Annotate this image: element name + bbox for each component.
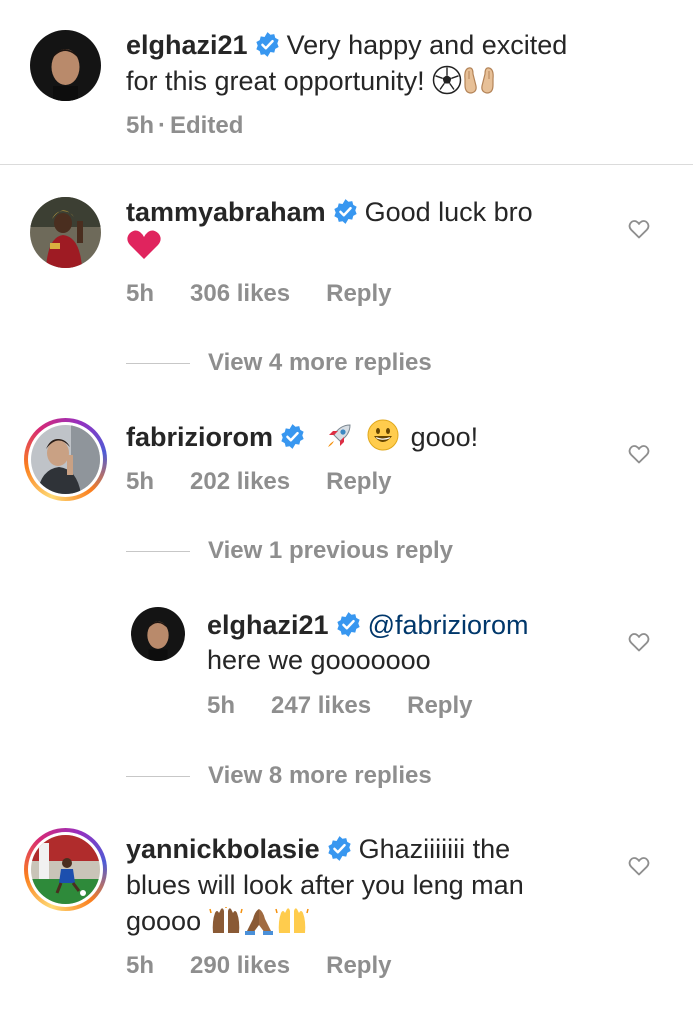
comment-3-username[interactable]: yannickbolasie xyxy=(126,834,320,864)
rocket-emoji-icon xyxy=(324,421,354,451)
comment-3-line2: blues will look after you leng man xyxy=(126,868,524,902)
avatar-yannickbolasie[interactable] xyxy=(24,828,107,911)
reply-text: here we gooooooo xyxy=(207,645,431,675)
comment-3-line1: yannickbolasie Ghaziiiiiii the xyxy=(126,832,510,866)
comment-3-meta: 5h 290 likes Reply xyxy=(126,951,427,981)
comment-2-line1: fabriziorom gooo! xyxy=(126,419,478,454)
comment-2-meta: 5h 202 likes Reply xyxy=(126,467,427,497)
heart-outline-icon[interactable] xyxy=(627,630,651,654)
comment-3-reply-button[interactable]: Reply xyxy=(326,952,391,979)
soccer-ball-emoji-icon xyxy=(432,65,462,95)
reply-username[interactable]: elghazi21 xyxy=(207,610,329,640)
post-meta-separator: · xyxy=(158,112,167,139)
comment-3-text2: blues will look after you leng man xyxy=(126,870,524,900)
avatar-fabriziorom[interactable] xyxy=(24,418,107,501)
comment-1-time[interactable]: 5h xyxy=(126,280,154,307)
post-caption-line2: for this great opportunity! xyxy=(126,64,496,98)
folded-hands-emoji-icon xyxy=(243,907,275,935)
comment-1-line1: tammyabraham Good luck bro xyxy=(126,195,533,229)
comment-2-reply-button[interactable]: Reply xyxy=(326,468,391,495)
verified-badge-icon xyxy=(326,835,353,862)
comment-2-username[interactable]: fabriziorom xyxy=(126,422,273,452)
reply-meta: 5h 247 likes Reply xyxy=(207,691,508,721)
raising-hands-emoji-icon xyxy=(274,907,309,935)
palms-up-together-emoji-icon xyxy=(462,65,496,95)
view-more-replies-2[interactable]: View 8 more replies xyxy=(126,760,432,792)
comment-3-likes[interactable]: 290 likes xyxy=(190,952,290,979)
verified-badge-icon xyxy=(279,423,306,450)
view-more-replies-2-label[interactable]: View 8 more replies xyxy=(208,762,432,790)
verified-badge-icon xyxy=(254,31,281,58)
red-heart-emoji-icon xyxy=(126,229,162,261)
comment-1-line2 xyxy=(126,229,162,264)
replies-divider xyxy=(126,775,190,777)
post-caption-text2: for this great opportunity! xyxy=(126,66,425,96)
view-previous-replies[interactable]: View 1 previous reply xyxy=(126,535,453,567)
avatar-elghazi21[interactable] xyxy=(30,30,101,101)
replies-divider xyxy=(126,362,190,364)
comment-1-meta: 5h 306 likes Reply xyxy=(126,279,427,309)
comment-3-text3: goooo xyxy=(126,906,202,936)
replies-divider xyxy=(126,550,190,552)
reply-line2: here we gooooooo xyxy=(207,643,431,677)
comment-1-reply-button[interactable]: Reply xyxy=(326,280,391,307)
comment-3-text1: Ghaziiiiiii the xyxy=(358,834,511,864)
post-meta: 5h · Edited xyxy=(126,111,279,141)
comment-2-likes[interactable]: 202 likes xyxy=(190,468,290,495)
comment-1-username[interactable]: tammyabraham xyxy=(126,197,326,227)
post-edited-label: Edited xyxy=(170,112,244,139)
heart-outline-icon[interactable] xyxy=(627,442,651,466)
view-more-replies-1-label[interactable]: View 4 more replies xyxy=(208,349,432,377)
verified-badge-icon xyxy=(332,198,359,225)
avatar-elghazi21-reply[interactable] xyxy=(131,607,185,661)
heart-outline-icon[interactable] xyxy=(627,217,651,241)
avatar-image xyxy=(31,425,100,494)
verified-badge-icon xyxy=(335,611,362,638)
reply-reply-button[interactable]: Reply xyxy=(407,692,472,719)
post-username[interactable]: elghazi21 xyxy=(126,30,248,60)
comment-3-line3: goooo xyxy=(126,904,309,938)
heart-outline-icon[interactable] xyxy=(627,854,651,878)
reply-mention-link[interactable]: @fabriziorom xyxy=(368,610,529,640)
post-caption-text1: Very happy and excited xyxy=(286,30,568,60)
comment-2-text: gooo! xyxy=(410,422,479,452)
avatar-tammyabraham[interactable] xyxy=(30,197,101,268)
comment-2-time[interactable]: 5h xyxy=(126,468,154,495)
view-more-replies-1[interactable]: View 4 more replies xyxy=(126,347,432,379)
avatar-image xyxy=(31,835,100,904)
reply-time[interactable]: 5h xyxy=(207,692,235,719)
reply-line1: elghazi21 @fabriziorom xyxy=(207,608,529,642)
post-divider xyxy=(0,164,693,165)
comment-3-time[interactable]: 5h xyxy=(126,952,154,979)
comment-1-text: Good luck bro xyxy=(364,197,533,227)
comment-1-likes[interactable]: 306 likes xyxy=(190,280,290,307)
post-time[interactable]: 5h xyxy=(126,112,154,139)
post-caption-line1: elghazi21 Very happy and excited xyxy=(126,28,567,62)
reply-likes[interactable]: 247 likes xyxy=(271,692,371,719)
raising-hands-dark-emoji-icon xyxy=(208,907,243,935)
grinning-face-emoji-icon xyxy=(367,419,399,451)
view-previous-replies-label[interactable]: View 1 previous reply xyxy=(208,537,453,565)
